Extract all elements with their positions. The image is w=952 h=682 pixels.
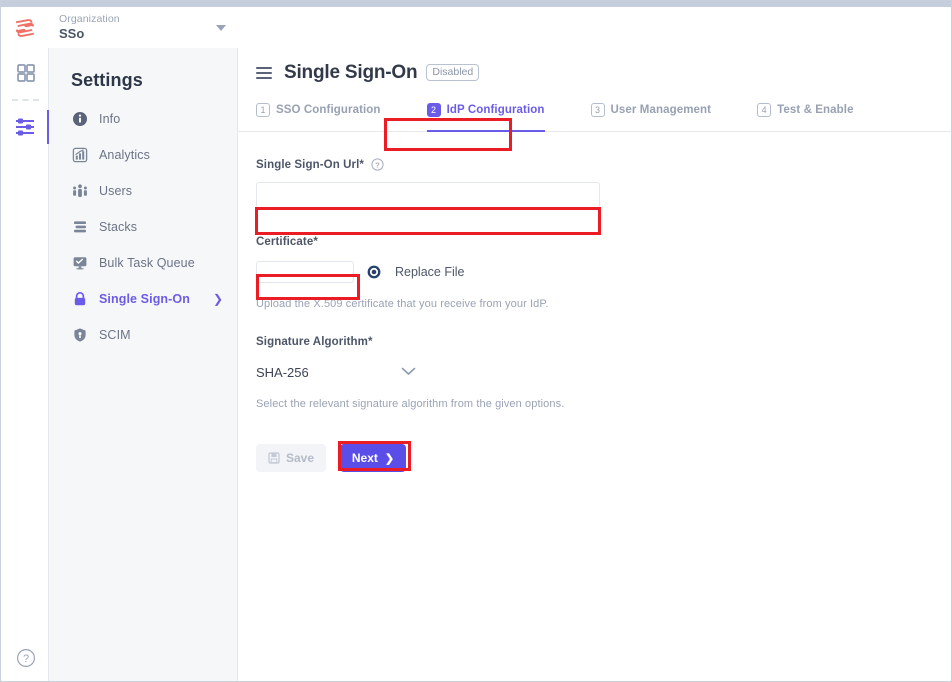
chevron-down-icon [216,25,226,31]
sidebar-title: Settings [49,48,237,101]
sidebar-item-users[interactable]: Users [49,173,237,209]
stacks-icon [71,218,89,236]
sidebar-item-stacks[interactable]: Stacks [49,209,237,245]
tab-idp-configuration[interactable]: 2 IdP Configuration [427,97,545,131]
question-circle-icon[interactable]: ? [371,158,384,171]
next-button-label: Next [352,451,378,465]
organization-value: SSo [59,26,216,42]
rail-item-help[interactable]: ? [2,648,49,668]
brand-logo[interactable] [1,7,49,48]
status-badge: Disabled [426,64,479,82]
svg-text:?: ? [22,653,28,665]
sidebar-item-label: Info [99,112,120,126]
sidebar-item-label: Analytics [99,148,150,162]
page-header: Single Sign-On Disabled [238,48,952,97]
application-window: Organization SSo [0,0,952,682]
tab-test-and-enable[interactable]: 4 Test & Enable [757,97,854,131]
certificate-input[interactable] [256,261,354,283]
monitor-task-icon [71,254,89,272]
tab-label: IdP Configuration [447,104,545,116]
lock-icon [71,290,89,308]
icon-rail: ? [2,48,49,682]
sidebar-item-label: SCIM [99,328,131,342]
save-button-label: Save [286,451,314,465]
signature-algorithm-hint: Select the relevant signature algorithm … [256,398,952,410]
tab-label: Test & Enable [777,104,854,116]
sidebar-item-scim[interactable]: SCIM [49,317,237,353]
top-bar: Organization SSo [1,7,952,48]
rail-divider [12,99,39,101]
tab-user-management[interactable]: 3 User Management [591,97,712,131]
field-label-group: Single Sign-On Url* ? [256,158,952,171]
shield-icon [71,326,89,344]
tab-bar: 1 SSO Configuration 2 IdP Configuration … [238,97,952,132]
field-signature-algorithm: Signature Algorithm* SHA-256 Select the … [256,336,952,410]
signature-algorithm-value: SHA-256 [256,365,309,380]
field-certificate: Certificate* Replace File Upload the X.5… [256,236,952,310]
chevron-right-icon: ❯ [213,293,223,305]
sidebar-item-label: Single Sign-On [99,292,190,306]
rail-item-settings[interactable] [2,106,49,148]
tab-number-badge: 4 [757,103,771,117]
save-button[interactable]: Save [256,444,326,472]
tab-number-badge: 3 [591,103,605,117]
signature-algorithm-select[interactable]: SHA-256 [256,359,416,385]
question-circle-icon: ? [16,648,36,668]
certificate-hint: Upload the X.509 certificate that you re… [256,298,952,310]
sidebar-item-bulk-task-queue[interactable]: Bulk Task Queue [49,245,237,281]
upload-circle-icon[interactable] [367,265,381,279]
signature-algorithm-label: Signature Algorithm* [256,336,952,348]
sidebar-item-label: Bulk Task Queue [99,256,195,270]
sidebar-item-single-sign-on[interactable]: Single Sign-On ❯ [49,281,237,317]
form-actions: Save Next ❯ [256,444,952,472]
field-single-sign-on-url: Single Sign-On Url* ? [256,158,952,208]
next-button[interactable]: Next ❯ [340,444,406,472]
tab-label: User Management [611,104,712,116]
tab-label: SSO Configuration [276,104,381,116]
grid-icon [16,63,36,83]
settings-sidebar: Settings Info Analy [49,48,238,682]
certificate-label: Certificate* [256,236,952,248]
sidebar-item-info[interactable]: Info [49,101,237,137]
idp-configuration-form: Single Sign-On Url* ? Certificate* [238,132,952,472]
sidebar-item-label: Users [99,184,132,198]
tab-sso-configuration[interactable]: 1 SSO Configuration [256,97,381,131]
single-sign-on-url-label: Single Sign-On Url* [256,159,364,171]
replace-file-button[interactable]: Replace File [395,265,464,279]
certificate-row: Replace File [256,259,952,285]
sliders-icon [15,117,37,137]
single-sign-on-url-input[interactable] [256,182,600,208]
sidebar-item-label: Stacks [99,220,137,234]
users-icon [71,182,89,200]
rail-item-apps-grid[interactable] [2,52,49,94]
organization-label: Organization [59,13,216,26]
main-content: Single Sign-On Disabled 1 SSO Configurat… [238,48,952,682]
info-circle-icon [71,110,89,128]
brand-s-logo-icon [12,15,38,41]
chevron-down-icon [401,363,416,381]
sidebar-item-analytics[interactable]: Analytics [49,137,237,173]
hamburger-icon[interactable] [256,67,272,79]
chevron-right-icon: ❯ [385,452,394,465]
tab-number-badge: 2 [427,103,441,117]
organization-selector[interactable]: Organization SSo [59,13,234,42]
tab-number-badge: 1 [256,103,270,117]
bar-chart-icon [71,146,89,164]
svg-text:?: ? [375,160,380,169]
page-title: Single Sign-On [284,62,417,84]
floppy-disk-icon [268,452,280,464]
